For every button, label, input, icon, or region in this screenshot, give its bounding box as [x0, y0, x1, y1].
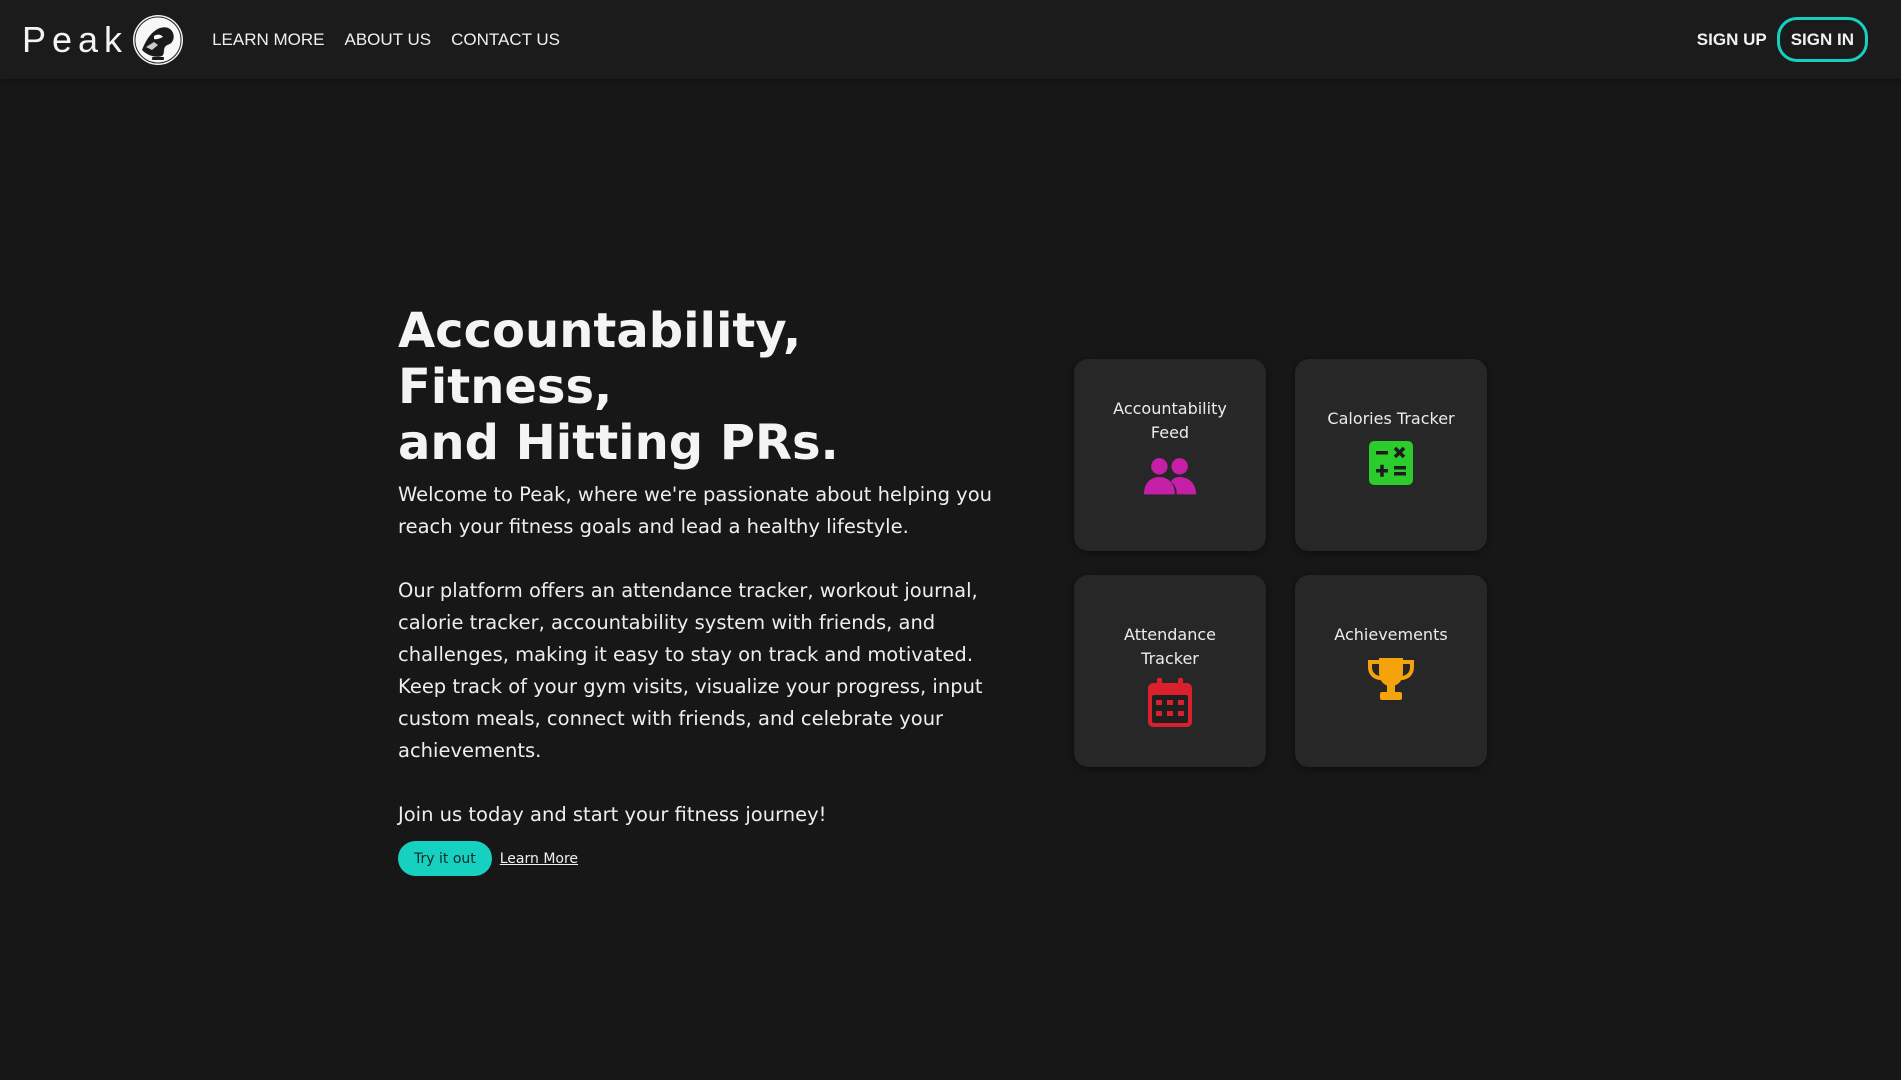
peak-logo-icon	[133, 14, 184, 65]
feature-card-attendance-tracker[interactable]: Attendance Tracker	[1074, 575, 1266, 767]
hero-title-line-2: and Hitting PRs.	[398, 415, 839, 471]
calculator-icon	[1363, 437, 1419, 489]
learn-more-link[interactable]: Learn More	[500, 851, 578, 867]
auth-actions: SIGN UP SIGN IN	[1697, 17, 1868, 62]
feature-card-label: Calories Tracker	[1327, 409, 1455, 428]
hero-cta-text: Join us today and start your fitness jou…	[398, 803, 827, 826]
nav-links: LEARN MORE ABOUT US CONTACT US	[212, 30, 580, 50]
feature-cards: Accountability Feed Calories Tracker Att…	[1074, 359, 1487, 767]
feature-card-accountability-feed[interactable]: Accountability Feed	[1074, 359, 1266, 551]
nav-contact-us[interactable]: CONTACT US	[451, 30, 560, 50]
nav-learn-more[interactable]: LEARN MORE	[212, 30, 324, 50]
feature-card-calories-tracker[interactable]: Calories Tracker	[1295, 359, 1487, 551]
hero-title-line-1: Accountability, Fitness,	[398, 303, 802, 415]
cta-row: Try it out Learn More	[398, 841, 1018, 876]
hero-title: Accountability, Fitness, and Hitting PRs…	[398, 303, 1018, 471]
nav-about-us[interactable]: ABOUT US	[344, 30, 431, 50]
users-icon	[1142, 451, 1198, 503]
navbar: Peak LEARN MORE ABOUT US CONTACT US SIGN…	[0, 0, 1901, 79]
trophy-icon	[1363, 653, 1419, 705]
sign-up-link[interactable]: SIGN UP	[1697, 30, 1767, 50]
try-it-out-button[interactable]: Try it out	[398, 841, 492, 876]
hero-intro: Welcome to Peak, where we're passionate …	[398, 483, 992, 538]
sign-in-button[interactable]: SIGN IN	[1776, 17, 1868, 62]
hero-section: Accountability, Fitness, and Hitting PRs…	[398, 303, 1018, 876]
feature-card-label: Accountability Feed	[1113, 399, 1227, 442]
calendar-icon	[1142, 677, 1198, 729]
hero-description: Our platform offers an attendance tracke…	[398, 579, 983, 762]
feature-card-achievements[interactable]: Achievements	[1295, 575, 1487, 767]
brand-name: Peak	[22, 18, 129, 60]
feature-card-label: Attendance Tracker	[1124, 625, 1216, 668]
brand[interactable]: Peak	[22, 14, 184, 66]
feature-card-label: Achievements	[1334, 625, 1448, 644]
